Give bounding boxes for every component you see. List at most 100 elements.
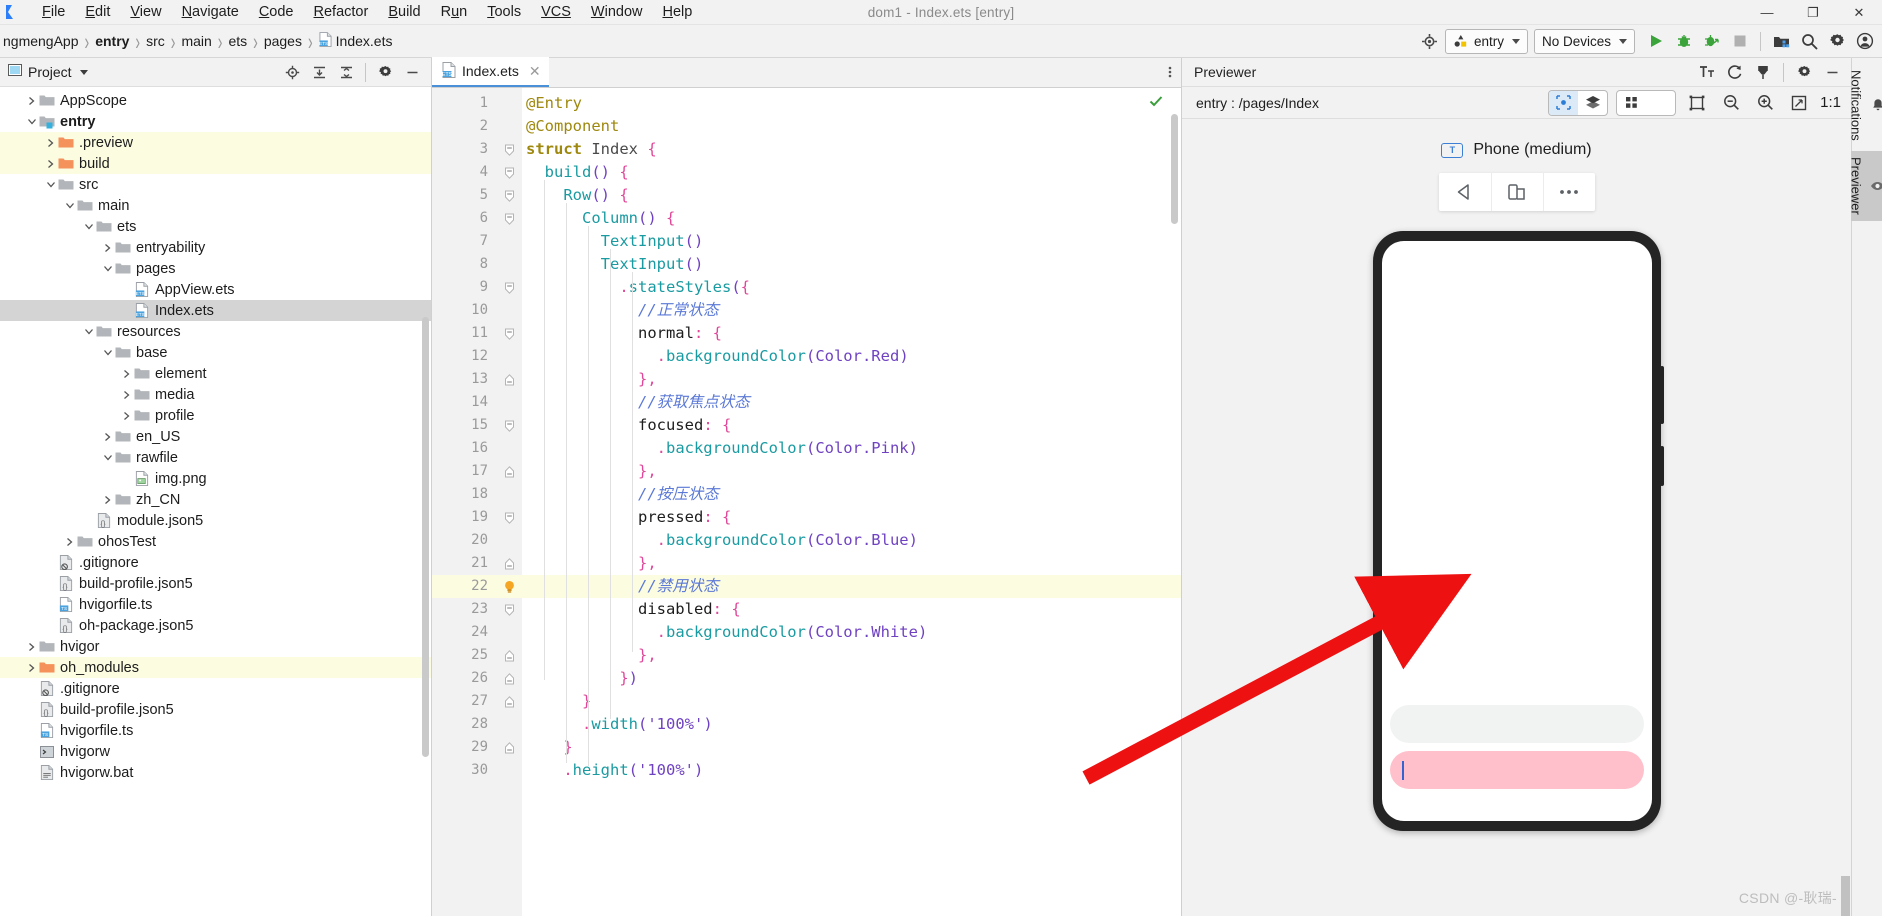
tree-node--preview[interactable]: .preview	[0, 132, 431, 153]
minimize-icon[interactable]	[1819, 59, 1845, 85]
layers-icon[interactable]	[1578, 91, 1607, 115]
tree-node-hvigorw[interactable]: hvigorw	[0, 741, 431, 762]
code-line[interactable]: Row() {	[522, 184, 1181, 207]
menu-item-build[interactable]: Build	[378, 2, 430, 22]
tree-node-module-json5[interactable]: {} module.json5	[0, 510, 431, 531]
zoom-out-icon[interactable]	[1718, 90, 1744, 116]
expand-all-icon[interactable]	[306, 59, 332, 85]
chevron-right-icon[interactable]	[101, 493, 114, 506]
fold-close-icon[interactable]	[496, 667, 522, 690]
breadcrumb-item-main[interactable]: main	[178, 32, 214, 50]
code-line[interactable]: },	[522, 368, 1181, 391]
plug-icon[interactable]	[1750, 59, 1776, 85]
code-line[interactable]: .width('100%')	[522, 713, 1181, 736]
menu-item-view[interactable]: View	[120, 2, 171, 22]
code-line[interactable]: //禁用状态	[522, 575, 1181, 598]
code-line[interactable]: normal: {	[522, 322, 1181, 345]
fold-open-icon[interactable]	[496, 506, 522, 529]
gear-icon[interactable]	[1791, 59, 1817, 85]
profile-button[interactable]	[1699, 28, 1725, 54]
tree-node-hvigorfile-ts[interactable]: TS hvigorfile.ts	[0, 720, 431, 741]
tree-node-hvigorfile-ts[interactable]: TS hvigorfile.ts	[0, 594, 431, 615]
code-line[interactable]: TextInput()	[522, 253, 1181, 276]
code-line[interactable]: //获取焦点状态	[522, 391, 1181, 414]
chevron-right-icon[interactable]	[44, 157, 57, 170]
page-scroll-thumb[interactable]	[1841, 876, 1850, 916]
tree-node-build[interactable]: build	[0, 153, 431, 174]
project-settings-icon[interactable]	[372, 59, 398, 85]
breadcrumb-item-src[interactable]: src	[143, 32, 168, 50]
debug-button[interactable]	[1671, 28, 1697, 54]
chevron-down-icon[interactable]	[25, 115, 38, 128]
module-selector[interactable]: entry	[1444, 28, 1528, 54]
tree-node-appview-ets[interactable]: ETS AppView.ets	[0, 279, 431, 300]
text-input-normal[interactable]	[1389, 705, 1644, 743]
tree-node-oh-package-json5[interactable]: {} oh-package.json5	[0, 615, 431, 636]
chevron-right-icon[interactable]	[120, 409, 133, 422]
fold-open-icon[interactable]	[496, 598, 522, 621]
device-manager-button[interactable]	[1768, 28, 1794, 54]
tree-node-profile[interactable]: profile	[0, 405, 431, 426]
breadcrumb-item-entry[interactable]: entry	[92, 32, 132, 50]
tree-node-ets[interactable]: ets	[0, 216, 431, 237]
chevron-down-icon[interactable]	[44, 178, 57, 191]
menu-item-vcs[interactable]: VCS	[531, 2, 581, 22]
tree-node-main[interactable]: main	[0, 195, 431, 216]
tree-node-build-profile-json5[interactable]: {} build-profile.json5	[0, 573, 431, 594]
code-line[interactable]: }	[522, 736, 1181, 759]
rail-tab-notifications[interactable]: Notifications	[1849, 64, 1882, 147]
code-line[interactable]: },	[522, 644, 1181, 667]
code-line[interactable]: .backgroundColor(Color.Pink)	[522, 437, 1181, 460]
tree-node-entryability[interactable]: entryability	[0, 237, 431, 258]
tree-node-rawfile[interactable]: rawfile	[0, 447, 431, 468]
fold-close-icon[interactable]	[496, 736, 522, 759]
breadcrumb-item-index-ets[interactable]: ETS Index.ets	[316, 31, 396, 51]
tree-node-img-png[interactable]: img.png	[0, 468, 431, 489]
chevron-down-icon[interactable]	[79, 69, 88, 75]
tree-node-en-us[interactable]: en_US	[0, 426, 431, 447]
code-line[interactable]: //正常状态	[522, 299, 1181, 322]
fold-close-icon[interactable]	[496, 690, 522, 713]
multi-device-segment[interactable]	[1616, 89, 1677, 116]
chevron-down-icon[interactable]	[101, 451, 114, 464]
menu-item-code[interactable]: Code	[249, 2, 304, 22]
rail-tab-previewer[interactable]: Previewer	[1848, 150, 1882, 221]
fold-open-icon[interactable]	[496, 161, 522, 184]
chevron-down-icon[interactable]	[82, 220, 95, 233]
chevron-right-icon[interactable]	[25, 661, 38, 674]
code-line[interactable]: },	[522, 460, 1181, 483]
editor-tab-index-ets[interactable]: ETS Index.ets ✕	[432, 57, 549, 87]
fold-close-icon[interactable]	[496, 460, 522, 483]
grid-icon[interactable]	[1617, 91, 1646, 115]
breadcrumb-item-ngmengapp[interactable]: ngmengApp	[0, 32, 82, 50]
phone-screen[interactable]	[1381, 241, 1652, 821]
account-button[interactable]	[1852, 28, 1878, 54]
menu-item-file[interactable]: File	[32, 2, 75, 22]
menu-item-navigate[interactable]: Navigate	[172, 2, 249, 22]
code-line[interactable]: .backgroundColor(Color.Blue)	[522, 529, 1181, 552]
code-line[interactable]: .backgroundColor(Color.White)	[522, 621, 1181, 644]
breadcrumb-item-ets[interactable]: ets	[225, 32, 250, 50]
fit-frame-icon[interactable]	[1684, 90, 1710, 116]
menu-item-refactor[interactable]: Refactor	[304, 2, 379, 22]
tree-node-build-profile-json5[interactable]: {} build-profile.json5	[0, 699, 431, 720]
tree-node-media[interactable]: media	[0, 384, 431, 405]
chevron-down-icon[interactable]	[1646, 91, 1675, 115]
tree-node-pages[interactable]: pages	[0, 258, 431, 279]
hide-panel-icon[interactable]	[399, 59, 425, 85]
fold-close-icon[interactable]	[496, 644, 522, 667]
code-line[interactable]: },	[522, 552, 1181, 575]
chevron-down-icon[interactable]	[82, 325, 95, 338]
tree-node-base[interactable]: base	[0, 342, 431, 363]
chevron-right-icon[interactable]	[25, 94, 38, 107]
chevron-down-icon[interactable]	[101, 262, 114, 275]
scroll-from-source-icon[interactable]	[279, 59, 305, 85]
fold-open-icon[interactable]	[496, 207, 522, 230]
actual-size-icon[interactable]	[1786, 90, 1812, 116]
intention-bulb-icon[interactable]	[496, 575, 522, 598]
text-input-focused[interactable]	[1389, 751, 1644, 789]
code-content[interactable]: @Entry @Component struct Index { build() {…	[522, 88, 1181, 916]
breadcrumb-item-pages[interactable]: pages	[261, 32, 305, 50]
tree-node-resources[interactable]: resources	[0, 321, 431, 342]
tree-node-entry[interactable]: entry	[0, 111, 431, 132]
